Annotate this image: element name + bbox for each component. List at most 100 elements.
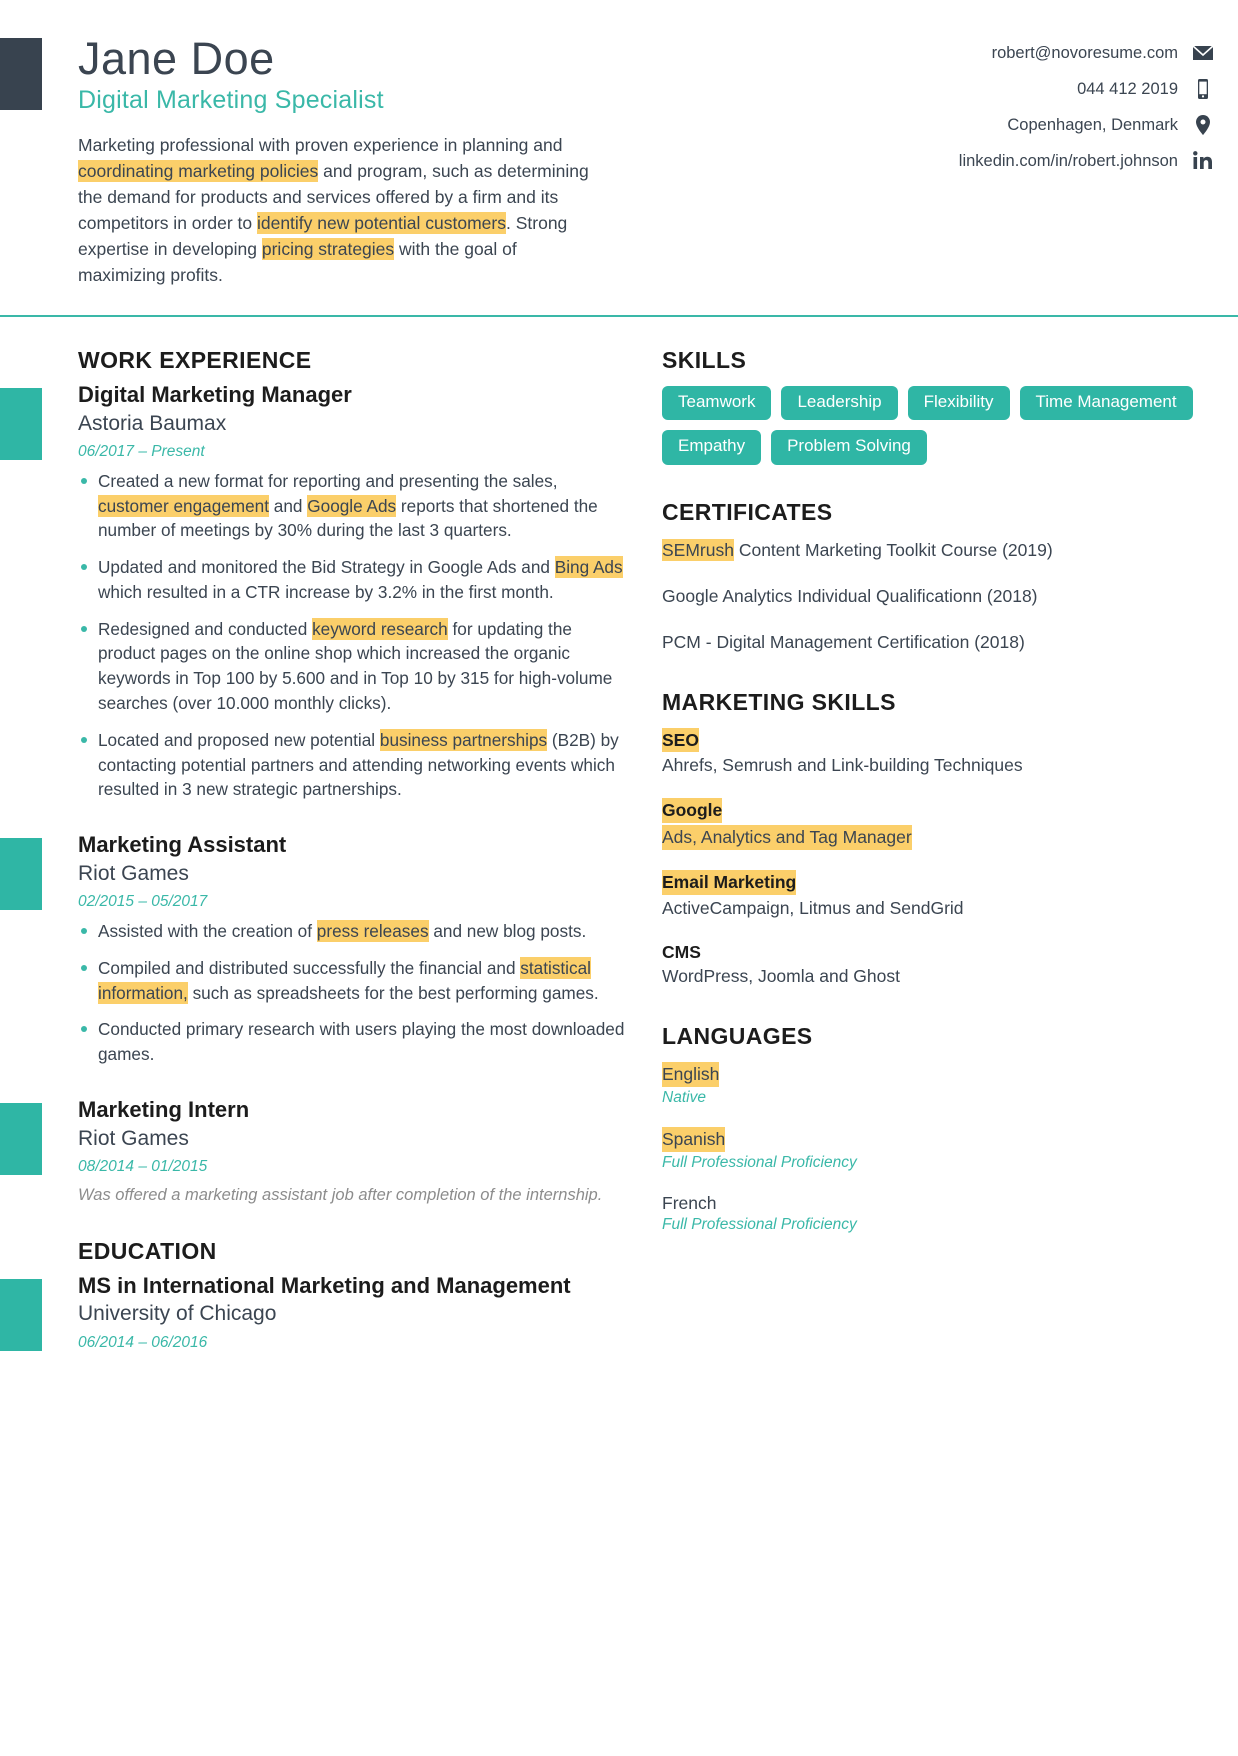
entry-accent-block [0,838,42,911]
resume-page: Jane Doe Digital Marketing Specialist Ma… [0,0,1238,1756]
marketing-skill-description: WordPress, Joomla and Ghost [662,966,900,987]
work-bullet: Conducted primary research with users pl… [78,1017,630,1067]
marketing-skill-item: SEO Ahrefs, Semrush and Link-building Tec… [662,727,1208,778]
work-bullet: Compiled and distributed successfully th… [78,956,630,1006]
contact-text: 044 412 2019 [1077,79,1178,98]
work-bullet-list: Assisted with the creation of press rele… [78,919,630,1067]
plain-text: Content Marketing Toolkit Course (2019) [733,540,1053,561]
education-accent-block [0,1278,42,1351]
highlighted-text: press releases [316,920,429,943]
contact-row[interactable]: robert@novoresume.com [992,42,1214,64]
work-entry: Marketing Assistant Riot Games 02/2015 – 0… [0,832,630,1067]
marketing-skill-item: Email Marketing ActiveCampaign, Litmus an… [662,870,1208,920]
marketing-skill-description: Ads, Analytics and Tag Manager [662,824,912,851]
skill-tag[interactable]: Time Management [1019,385,1193,421]
plain-text: and [269,495,308,516]
work-bullet: Redesigned and conducted keyword researc… [78,617,630,716]
certificates-section: CERTIFICATES SEMrush Content Marketing T… [662,499,1208,654]
section-heading-work: WORK EXPERIENCE [78,346,312,373]
marketing-skill-label: CMS [662,941,701,962]
resume-header: Jane Doe Digital Marketing Specialist Ma… [0,0,1238,317]
highlighted-text: coordinating marketing policies [78,160,319,183]
plain-text: Compiled and distributed successfully th… [98,957,521,978]
work-dates: 06/2017 – Present [78,442,205,460]
contact-text: Copenhagen, Denmark [1007,115,1178,134]
language-item: French Full Professional Proficiency [662,1192,1208,1235]
work-company: Riot Games [78,861,189,885]
education-entry: MS in International Marketing and Manage… [0,1272,630,1352]
highlighted-text: pricing strategies [261,237,395,260]
work-dates: 08/2014 – 01/2015 [78,1158,208,1176]
skill-tag[interactable]: Leadership [781,385,898,421]
contact-text: linkedin.com/in/robert.johnson [958,151,1178,170]
section-heading-skills: SKILLS [662,346,747,373]
entry-accent-block [0,1103,42,1175]
section-heading-education: EDUCATION [78,1237,217,1264]
contact-row[interactable]: Copenhagen, Denmark [1007,114,1214,136]
work-bullet: Located and proposed new potential busin… [78,728,630,802]
language-list: English Native Spanish Full Professional Pr… [662,1062,1208,1234]
marketing-skill-label: SEO [662,727,699,753]
languages-section: LANGUAGES English Native Spanish Full Profe… [662,1023,1208,1234]
language-name: French [662,1192,717,1213]
plain-text: such as spreadsheets for the best perfor… [187,982,599,1003]
language-item: English Native [662,1062,1208,1107]
resume-body: WORK EXPERIENCE Digital Marketing Manage… [0,317,1238,1382]
skill-tag[interactable]: Teamwork [662,385,772,421]
plain-text: Located and proposed new potential [98,729,380,750]
page-title: Jane Doe [78,33,275,84]
location-pin-icon [1192,114,1214,136]
certificate-item: SEMrush Content Marketing Toolkit Course… [662,538,1208,562]
marketing-skill-label: Google [662,797,723,823]
right-column: SKILLS Teamwork Leadership Flexibility Time… [648,347,1238,1382]
skill-tag[interactable]: Problem Solving [771,430,927,466]
marketing-skill-label: Email Marketing [662,870,797,896]
plain-text: Marketing professional with proven exper… [78,135,563,156]
language-level: Full Professional Proficiency [662,1153,857,1171]
plain-text: Assisted with the creation of [98,921,317,942]
work-company: Astoria Baumax [78,411,227,435]
contact-list: robert@novoresume.com 044 412 2019 Copenha… [959,34,1214,172]
highlighted-text: business partnerships [379,728,548,751]
education-degree: MS in International Marketing and Manage… [78,1272,571,1298]
language-name: English [662,1062,720,1087]
contact-text: robert@novoresume.com [991,43,1178,62]
contact-row[interactable]: linkedin.com/in/robert.johnson [959,150,1214,172]
contact-row[interactable]: 044 412 2019 [1077,78,1214,100]
education-school: University of Chicago [78,1302,277,1326]
plain-text: PCM - Digital Management Certification (… [662,632,1025,653]
marketing-skill-description: ActiveCampaign, Litmus and SendGrid [662,898,964,919]
highlighted-text: SEMrush [662,539,734,562]
highlighted-text: keyword research [312,617,448,640]
certificate-item: PCM - Digital Management Certification (… [662,630,1208,654]
skills-section: SKILLS Teamwork Leadership Flexibility Time… [662,346,1208,466]
marketing-skills-section: MARKETING SKILLS SEO Ahrefs, Semrush and … [662,689,1208,990]
marketing-skill-item: CMS WordPress, Joomla and Ghost [662,941,1208,989]
highlighted-text: customer engagement [98,494,270,517]
work-bullet-list: Created a new format for reporting and p… [78,469,630,802]
work-entry: Digital Marketing Manager Astoria Baumax 0… [0,382,630,802]
section-heading-certificates: CERTIFICATES [662,499,833,526]
skill-tag[interactable]: Flexibility [907,385,1010,421]
work-bullet: Updated and monitored the Bid Strategy i… [78,555,630,605]
work-role: Marketing Intern [78,1097,250,1122]
work-dates: 02/2015 – 05/2017 [78,893,208,911]
header-accent-block [0,38,42,110]
certificate-item: Google Analytics Individual Qualificatio… [662,584,1208,608]
certificate-list: SEMrush Content Marketing Toolkit Course… [662,538,1208,654]
plain-text: Google Analytics Individual Qualificatio… [662,586,1038,607]
left-column: WORK EXPERIENCE Digital Marketing Manage… [0,347,648,1382]
work-entry: Marketing Intern Riot Games 08/2014 – 01/2… [0,1097,630,1208]
plain-text: Conducted primary research with users pl… [98,1019,625,1065]
work-company: Riot Games [78,1126,189,1150]
plain-text: Created a new format for reporting and p… [98,470,558,491]
marketing-skill-list: SEO Ahrefs, Semrush and Link-building Tec… [662,727,1208,990]
entry-accent-block [0,387,42,460]
job-title-subtitle: Digital Marketing Specialist [78,86,384,115]
section-heading-languages: LANGUAGES [662,1023,813,1050]
highlighted-text: identify new potential customers [256,212,506,235]
language-name: Spanish [662,1126,726,1152]
section-heading-marketing-skills: MARKETING SKILLS [662,688,896,715]
envelope-icon [1192,42,1214,64]
skill-tag[interactable]: Empathy [662,430,762,466]
